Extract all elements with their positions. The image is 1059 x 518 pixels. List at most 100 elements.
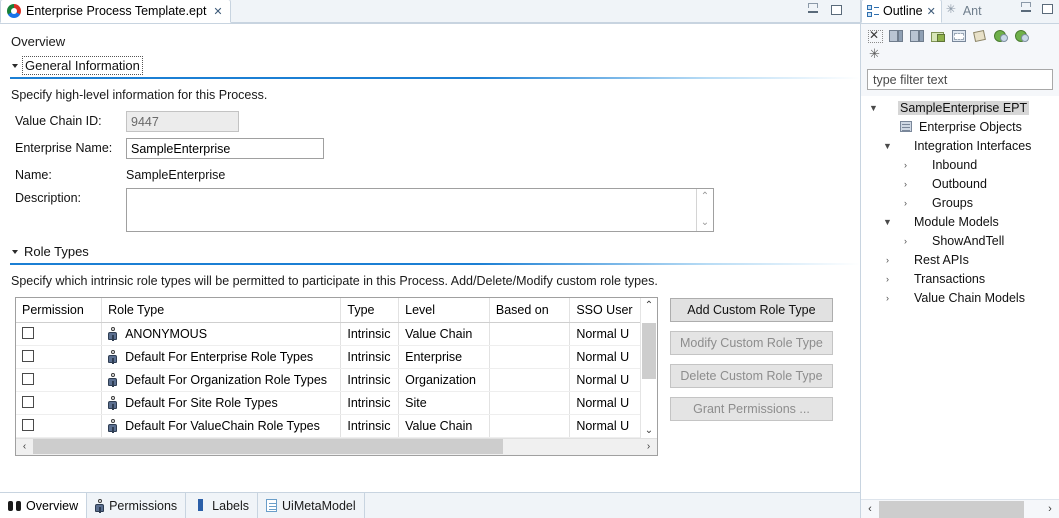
folder-export-icon[interactable]	[930, 28, 947, 44]
tab-uimetamodel[interactable]: UiMetaModel	[258, 493, 365, 518]
filter-input[interactable]	[867, 69, 1053, 90]
table-vertical-scrollbar[interactable]: ⌃ ⌄	[640, 298, 657, 438]
column-header-permission[interactable]: Permission	[16, 298, 103, 323]
permission-checkbox[interactable]	[22, 395, 34, 408]
permission-checkbox[interactable]	[22, 372, 34, 385]
column-header-type[interactable]: Type	[340, 298, 400, 323]
close-icon[interactable]: ✕	[213, 5, 222, 18]
column-header-based-on[interactable]: Based on	[489, 298, 571, 323]
chevron-down-icon[interactable]	[12, 63, 18, 68]
chevron-down-icon[interactable]	[12, 249, 18, 254]
general-information-section-header[interactable]: General Information	[0, 49, 860, 75]
chevron-down-icon[interactable]: ▼	[881, 217, 894, 227]
add-custom-role-type-button[interactable]: Add Custom Role Type	[670, 298, 833, 322]
chevron-right-icon[interactable]: ›	[899, 198, 912, 208]
tree-item-value-chain-models[interactable]: › Value Chain Models	[861, 288, 1059, 307]
window-icon[interactable]	[951, 28, 968, 44]
globe-green-icon[interactable]	[993, 28, 1010, 44]
scroll-down-icon[interactable]: ⌄	[645, 423, 653, 438]
tree-item-enterprise-objects[interactable]: › Enterprise Objects	[861, 117, 1059, 136]
minimize-icon[interactable]	[808, 3, 818, 13]
scroll-down-icon[interactable]: ⌄	[701, 218, 709, 228]
cell-type: Intrinsic	[340, 368, 400, 392]
tree-item-integration-interfaces[interactable]: ▼ Integration Interfaces	[861, 136, 1059, 155]
integration-interfaces-icon	[894, 139, 909, 153]
close-icon[interactable]: ✕	[927, 5, 936, 18]
outline-horizontal-scrollbar[interactable]: ‹ ›	[861, 499, 1059, 518]
horizontal-scroll-thumb[interactable]	[33, 439, 503, 454]
chevron-right-icon[interactable]: ›	[899, 179, 912, 189]
role-types-table-container: Permission Role Type Type Level Based on…	[15, 297, 658, 456]
table-row[interactable]: ANONYMOUS Intrinsic Value Chain Normal U	[16, 322, 657, 346]
tab-permissions[interactable]: Permissions	[87, 493, 187, 518]
minimize-icon[interactable]	[1021, 2, 1031, 12]
tab-labels[interactable]: Labels	[186, 493, 259, 518]
scroll-up-icon[interactable]: ⌃	[645, 298, 653, 313]
editor-tab-enterprise-process-template[interactable]: Enterprise Process Template.ept ✕	[0, 0, 231, 23]
scroll-left-icon[interactable]: ‹	[16, 441, 33, 452]
view-tab-outline[interactable]: Outline ✕	[861, 0, 942, 23]
role-types-area: Permission Role Type Type Level Based on…	[0, 288, 860, 456]
scroll-up-icon[interactable]: ⌃	[701, 192, 709, 202]
tree-item-outbound[interactable]: › Outbound	[861, 174, 1059, 193]
view-tab-ant[interactable]: Ant	[942, 0, 987, 23]
chevron-down-icon[interactable]: ▼	[867, 103, 880, 113]
table-row[interactable]: Default For Organization Role Types Intr…	[16, 368, 657, 392]
chevron-right-icon[interactable]: ›	[881, 255, 894, 265]
tree-item-module-models[interactable]: ▼ Module Models	[861, 212, 1059, 231]
chevron-right-icon[interactable]: ›	[881, 274, 894, 284]
vertical-scroll-thumb[interactable]	[641, 323, 656, 379]
horizontal-scroll-track[interactable]	[33, 439, 640, 454]
globe-green-alt-icon[interactable]	[1014, 28, 1031, 44]
chevron-down-icon[interactable]: ▼	[881, 141, 894, 151]
description-textarea[interactable]	[127, 189, 696, 231]
asterisk-icon[interactable]	[867, 46, 884, 63]
enterprise-name-label: Enterprise Name:	[15, 141, 113, 155]
table-horizontal-scrollbar[interactable]: ‹ ›	[16, 437, 657, 455]
maximize-icon[interactable]	[1042, 4, 1053, 14]
tree-item-sampleenterprise-ept[interactable]: ▼ SampleEnterprise EPT	[861, 98, 1059, 117]
cell-level: Value Chain	[398, 414, 490, 438]
chevron-right-icon[interactable]: ›	[881, 293, 894, 303]
role-types-section-header[interactable]: Role Types	[0, 238, 860, 259]
tab-overview[interactable]: Overview	[0, 493, 88, 518]
description-scrollbar[interactable]: ⌃ ⌄	[696, 189, 713, 231]
table-row[interactable]: Default For Site Role Types Intrinsic Si…	[16, 391, 657, 415]
tab-overview-label: Overview	[26, 498, 79, 513]
scroll-right-icon[interactable]: ›	[1041, 503, 1059, 515]
grant-permissions-button[interactable]: Grant Permissions ...	[670, 397, 833, 421]
ant-icon	[946, 2, 959, 17]
value-chain-id-input[interactable]	[126, 111, 239, 132]
permission-checkbox[interactable]	[22, 326, 34, 339]
showandtell-icon	[912, 234, 927, 248]
scroll-right-icon[interactable]: ›	[640, 441, 657, 452]
chevron-right-icon[interactable]: ›	[899, 236, 912, 246]
door-left-icon[interactable]	[888, 28, 905, 44]
column-header-role-type[interactable]: Role Type	[101, 298, 342, 323]
table-row[interactable]: Default For Enterprise Role Types Intrin…	[16, 345, 657, 369]
chevron-right-icon[interactable]: ›	[899, 160, 912, 170]
cell-role-type: Default For Organization Role Types	[101, 368, 342, 392]
tree-item-inbound[interactable]: › Inbound	[861, 155, 1059, 174]
modify-custom-role-type-button[interactable]: Modify Custom Role Type	[670, 331, 833, 355]
pencil-icon[interactable]	[972, 28, 989, 44]
enterprise-objects-icon	[900, 120, 912, 132]
tree-item-transactions[interactable]: › Transactions	[861, 269, 1059, 288]
tree-item-groups[interactable]: › Groups	[861, 193, 1059, 212]
enterprise-name-input[interactable]	[126, 138, 324, 159]
permission-checkbox[interactable]	[22, 349, 34, 362]
outline-scroll-thumb[interactable]	[879, 500, 1024, 518]
tree-item-rest-apis[interactable]: › Rest APIs	[861, 250, 1059, 269]
vertical-scroll-track[interactable]	[641, 313, 658, 423]
cell-permission	[16, 368, 103, 392]
tree-item-showandtell[interactable]: › ShowAndTell	[861, 231, 1059, 250]
table-row[interactable]: Default For ValueChain Role Types Intrin…	[16, 414, 657, 438]
maximize-icon[interactable]	[831, 5, 842, 15]
door-right-icon[interactable]	[909, 28, 926, 44]
collapse-all-icon[interactable]	[867, 28, 884, 44]
delete-custom-role-type-button[interactable]: Delete Custom Role Type	[670, 364, 833, 388]
permission-checkbox[interactable]	[22, 418, 34, 431]
column-header-level[interactable]: Level	[398, 298, 490, 323]
scroll-left-icon[interactable]: ‹	[861, 503, 879, 515]
outline-scroll-track[interactable]	[879, 500, 1041, 518]
